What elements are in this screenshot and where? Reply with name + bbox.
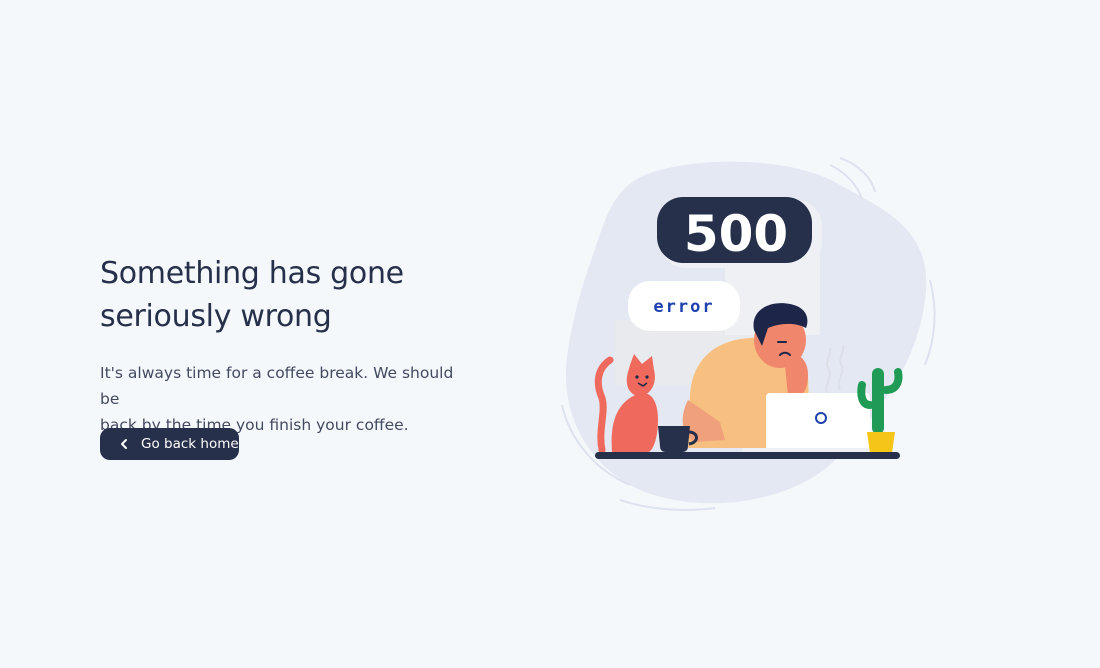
- error-illustration: 500 error: [540, 150, 960, 520]
- error-message-block: Something has gone seriously wrong It's …: [100, 252, 480, 438]
- status-code-bubble: 500: [657, 197, 822, 268]
- chevron-left-icon: [118, 438, 130, 450]
- error-description: It's always time for a coffee break. We …: [100, 360, 470, 438]
- go-back-home-label: Go back home: [141, 436, 239, 452]
- desk-surface: [595, 452, 900, 459]
- error-description-line-1: It's always time for a coffee break. We …: [100, 364, 454, 408]
- page-title-line-1: Something has gone: [100, 256, 404, 291]
- page-title-line-2: seriously wrong: [100, 299, 332, 334]
- go-back-home-button[interactable]: Go back home: [100, 428, 239, 460]
- status-word-bubble: error: [628, 281, 740, 331]
- status-word-text: error: [653, 297, 714, 317]
- status-code-text: 500: [684, 205, 788, 263]
- page-title: Something has gone seriously wrong: [100, 252, 480, 338]
